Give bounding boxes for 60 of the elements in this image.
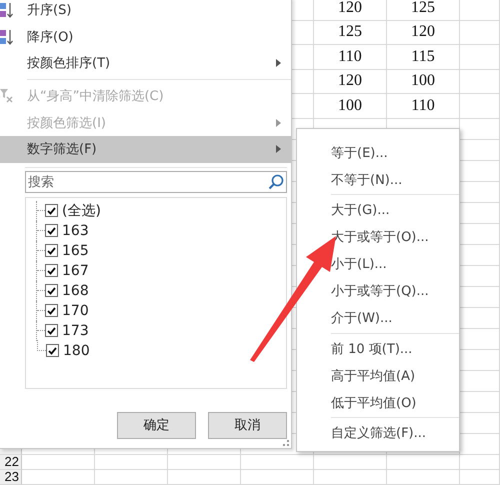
menu-item[interactable]: 小于或等于(Q)... [297, 278, 459, 304]
value-label: 170 [62, 302, 89, 318]
table-cell: 120 [314, 0, 387, 20]
checkbox[interactable] [45, 324, 58, 337]
value-label: 173 [62, 322, 89, 338]
menu-item[interactable]: 小于(L)... [297, 250, 459, 278]
cancel-button[interactable]: 取消 [208, 412, 287, 438]
search-field[interactable]: 搜索 [25, 171, 287, 193]
table-cell: 125 [314, 20, 387, 45]
checkbox[interactable] [45, 264, 58, 277]
table-cell: 125 [387, 0, 460, 20]
table-cell [460, 454, 500, 470]
table-cell [460, 45, 500, 70]
submenu-arrow-icon [276, 145, 281, 153]
menu-item[interactable]: 低于平均值(O) [297, 389, 459, 416]
submenu-arrow-icon [276, 118, 281, 126]
value-label: 167 [62, 262, 89, 278]
value-label: 163 [62, 222, 89, 238]
menu-item[interactable]: 前 10 项(T)... [297, 335, 459, 362]
checkbox[interactable] [45, 304, 58, 317]
table-cell: 100 [387, 70, 460, 94]
table-cell: 120 [387, 20, 460, 45]
value-label: 180 [63, 342, 90, 358]
row-header: 23 [0, 470, 22, 485]
checkbox[interactable] [46, 344, 59, 357]
value-label: 165 [62, 242, 89, 258]
table-cell: 110 [314, 45, 387, 70]
value-label: 168 [62, 282, 89, 298]
menu-item[interactable]: 数字筛选(F) [0, 136, 291, 162]
menu-item[interactable]: 介于(W)... [297, 304, 459, 332]
checkbox[interactable] [45, 244, 58, 257]
menu-item[interactable]: 不等于(N)... [297, 166, 459, 193]
ok-button[interactable]: 确定 [117, 412, 196, 438]
table-cell [460, 70, 500, 94]
submenu-arrow-icon [276, 59, 281, 67]
value-label: (全选) [62, 202, 101, 220]
menu-item[interactable]: 大于(G)... [297, 196, 459, 224]
table-cell: 110 [387, 94, 460, 118]
checkbox[interactable] [45, 204, 58, 217]
sort-descending-icon [0, 28, 14, 46]
sort-ascending-icon [0, 2, 14, 19]
table-cell [460, 20, 500, 45]
clear-filter-icon [0, 88, 14, 104]
menu-item[interactable]: 升序(S) [0, 0, 291, 24]
search-icon [268, 174, 284, 190]
table-cell [460, 0, 500, 20]
table-cell: 120 [314, 70, 387, 94]
menu-item[interactable]: 高于平均值(A) [297, 362, 459, 389]
row-header: 22 [0, 454, 22, 470]
table-cell: 115 [387, 45, 460, 70]
table-cell: 100 [314, 94, 387, 118]
menu-item[interactable]: 降序(O) [0, 24, 291, 50]
menu-item[interactable]: 按颜色排序(T) [0, 50, 291, 76]
resize-grip-icon [283, 440, 289, 446]
menu-item[interactable]: 等于(E)... [297, 139, 459, 166]
table-cell [460, 470, 500, 485]
checkbox[interactable] [45, 224, 58, 237]
checkbox[interactable] [45, 284, 58, 297]
table-cell [460, 94, 500, 118]
menu-item[interactable]: 自定义筛选(F)... [297, 420, 459, 446]
